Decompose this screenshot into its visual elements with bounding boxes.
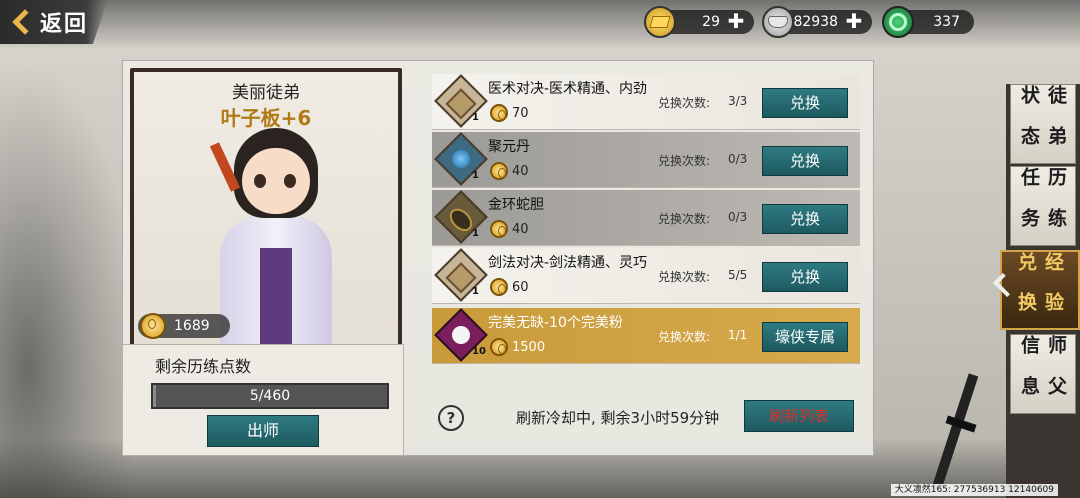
exchange-row: 1 聚元丹 40 兑换次数: 0/3 兑换: [432, 132, 860, 188]
exchange-count-label: 兑换次数:: [658, 212, 711, 226]
item-quantity: 10: [472, 346, 486, 357]
exchange-count-label: 兑换次数:: [658, 270, 711, 284]
item-name: 聚元丹: [488, 139, 530, 155]
coin-icon: [140, 313, 166, 339]
item-cost-value: 40: [512, 221, 529, 237]
disciple-coins: 1689: [138, 313, 230, 339]
tab-label-col2: 历任: [1018, 167, 1067, 188]
coin-icon: [490, 104, 508, 122]
coin-icon: [490, 338, 508, 356]
item-cost-value: 40: [512, 163, 529, 179]
item-quantity: 1: [472, 170, 479, 181]
exchange-count-value: 0/3: [728, 210, 748, 224]
item-quantity: 1: [472, 286, 479, 297]
scroll-icon[interactable]: [434, 248, 488, 302]
exchange-count-label: 兑换次数:: [658, 330, 711, 344]
tab-label-col1: 验换: [1015, 292, 1064, 313]
chevron-left-icon: [12, 9, 38, 35]
tab-label-col1: 练务: [1018, 208, 1067, 229]
disciple-name: 叶子板+6: [220, 106, 312, 130]
points-progress-bar: 5/460: [151, 383, 389, 409]
tab-label-col2: 师信: [1018, 335, 1067, 356]
item-quantity: 1: [472, 228, 479, 239]
exchange-button[interactable]: 兑换: [762, 262, 848, 292]
tab-label-col2: 徒状: [1018, 85, 1067, 106]
portrait-sash: [260, 248, 292, 358]
coin-icon: [490, 220, 508, 238]
item-name: 完美无缺-10个完美粉: [488, 315, 623, 331]
exchange-row: 1 医术对决-医术精通、内劲 70 兑换次数: 3/3 兑换: [432, 74, 860, 130]
gold-currency: 29 ✚: [644, 6, 754, 38]
exchange-count-value: 1/1: [728, 328, 748, 342]
points-title: 剩余历练点数: [155, 357, 252, 376]
tab-label-col1: 父息: [1018, 376, 1067, 397]
tab-disciple-status[interactable]: 弟态 徒状: [1010, 84, 1076, 164]
item-cost: 70: [490, 104, 529, 122]
refresh-cooldown-text: 刷新冷却中, 剩余3小时59分钟: [516, 409, 720, 427]
exchange-button[interactable]: 兑换: [762, 204, 848, 234]
tab-label-col1: 弟态: [1018, 126, 1067, 147]
coin-icon: [490, 278, 508, 296]
gold-ingot-icon: [644, 6, 676, 38]
tab-training-tasks[interactable]: 练务 历任: [1010, 166, 1076, 246]
tab-master-info[interactable]: 父息 师信: [1010, 334, 1076, 414]
help-icon[interactable]: ?: [438, 405, 464, 431]
portrait-eye: [254, 174, 266, 188]
ink-left-decoration: [0, 60, 140, 498]
item-cost: 40: [490, 162, 529, 180]
item-cost-value: 1500: [512, 339, 546, 355]
exchange-row-premium: 10 完美无缺-10个完美粉 1500 兑换次数: 1/1 壕侠专属: [432, 308, 860, 364]
graduate-button[interactable]: 出师: [207, 415, 319, 447]
points-value: 5/460: [249, 388, 291, 404]
coin-icon: [490, 162, 508, 180]
item-cost-value: 70: [512, 105, 529, 121]
portrait-face: [242, 148, 310, 214]
item-cost-value: 60: [512, 279, 529, 295]
jade-coin-icon: [882, 6, 914, 38]
exchange-count-value: 0/3: [728, 152, 748, 166]
disciple-coins-value: 1689: [174, 318, 210, 334]
tab-label-col2: 经兑: [1015, 252, 1064, 273]
jade-currency: 337: [882, 6, 974, 38]
item-cost: 1500: [490, 338, 545, 356]
training-points-box: 剩余历练点数 5/460 出师: [122, 344, 404, 456]
refresh-list-button[interactable]: 刷新列表: [744, 400, 854, 432]
exchange-count-value: 5/5: [728, 268, 748, 282]
exchange-count-value: 3/3: [728, 94, 748, 108]
portrait-eye: [284, 174, 296, 188]
silver-currency: 82938 ✚: [762, 6, 872, 38]
exchange-row: 1 金环蛇胆 40 兑换次数: 0/3 兑换: [432, 190, 860, 246]
add-gold-icon[interactable]: ✚: [726, 11, 746, 32]
silver-ingot-icon: [762, 6, 794, 38]
back-label: 返回: [40, 12, 89, 37]
exchange-row: 1 剑法对决-剑法精通、灵巧 60 兑换次数: 5/5 兑换: [432, 248, 860, 304]
exchange-count-label: 兑换次数:: [658, 96, 711, 110]
back-button[interactable]: 返回: [0, 0, 108, 44]
scroll-icon[interactable]: [434, 74, 488, 128]
exchange-count-label: 兑换次数:: [658, 154, 711, 168]
item-cost: 60: [490, 278, 529, 296]
disciple-portrait: [209, 128, 336, 358]
pill-icon[interactable]: [434, 132, 488, 186]
snake-gall-icon[interactable]: [434, 190, 488, 244]
item-name: 金环蛇胆: [488, 197, 544, 213]
watermark: 大义凛然165: 277536913 12140609: [890, 484, 1058, 496]
item-cost: 40: [490, 220, 529, 238]
add-silver-icon[interactable]: ✚: [844, 11, 864, 32]
exchange-list: 1 医术对决-医术精通、内劲 70 兑换次数: 3/3 兑换 1 聚元丹 40 …: [432, 74, 860, 364]
exchange-button[interactable]: 兑换: [762, 88, 848, 118]
exchange-button[interactable]: 兑换: [762, 146, 848, 176]
item-name: 医术对决-医术精通、内劲: [488, 81, 648, 97]
item-name: 剑法对决-剑法精通、灵巧: [488, 255, 648, 271]
item-quantity: 1: [472, 112, 479, 123]
vip-exclusive-button[interactable]: 壕侠专属: [762, 322, 848, 352]
disciple-subtitle: 美丽徒弟: [232, 83, 300, 103]
